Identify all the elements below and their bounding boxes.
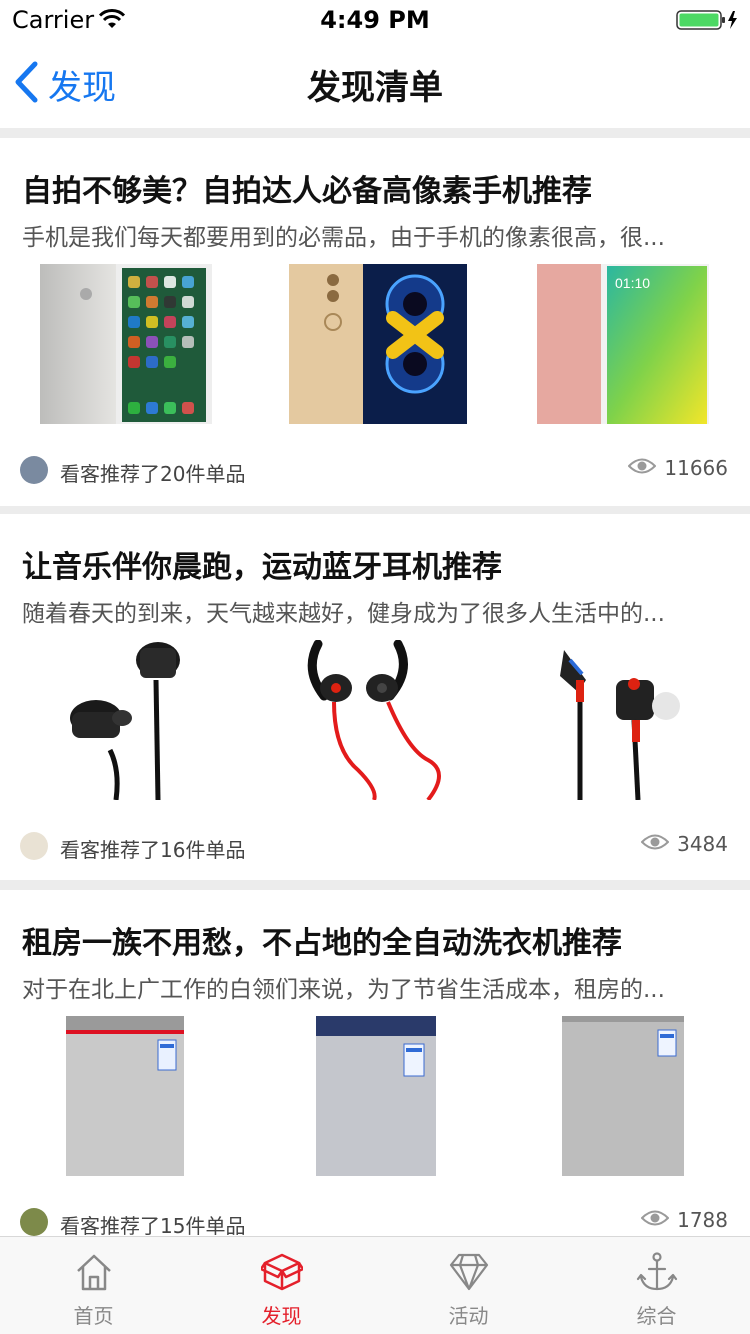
eye-icon (627, 457, 657, 479)
view-count: 11666 (627, 456, 728, 480)
card-footer: 看客推荐了15件单品 1788 (0, 1208, 750, 1238)
section-divider (0, 880, 750, 890)
diamond-icon (448, 1251, 490, 1293)
product-thumbnail-earphones[interactable] (30, 640, 230, 801)
product-thumbnail-washer[interactable] (292, 1016, 492, 1176)
view-count: 1788 (640, 1208, 728, 1232)
tab-bar: 首页 发现 活动 综合 (0, 1236, 750, 1334)
product-thumbnails: 01:10 (0, 264, 750, 426)
tab-label: 综合 (636, 1304, 677, 1328)
battery-icon (676, 9, 740, 35)
navigation-bar: 发现 发现清单 (0, 40, 750, 128)
recommend-count-text: 看客推荐了16件单品 (60, 838, 246, 862)
eye-icon (640, 833, 670, 855)
tab-home[interactable]: 首页 (0, 1237, 187, 1334)
product-thumbnail-phone[interactable]: 01:10 (527, 264, 727, 424)
view-count-value: 1788 (677, 1208, 728, 1232)
page-title: 发现清单 (307, 68, 443, 108)
tab-discover[interactable]: 发现 (188, 1237, 375, 1334)
anchor-icon (636, 1251, 678, 1293)
view-count-value: 11666 (664, 456, 728, 480)
product-thumbnail-earphones[interactable] (530, 640, 730, 801)
card-description: 手机是我们每天都要用到的必需品，由于手机的像素很高，很... (22, 225, 665, 251)
card-title: 自拍不够美？自拍达人必备高像素手机推荐 (22, 174, 592, 209)
list-card[interactable]: 租房一族不用愁，不占地的全自动洗衣机推荐 对于在北上广工作的白领们来说，为了节省… (0, 890, 750, 1258)
card-title: 租房一族不用愁，不占地的全自动洗衣机推荐 (22, 926, 622, 961)
product-thumbnail-phone[interactable] (24, 264, 224, 424)
avatar (20, 1208, 48, 1236)
tab-label: 活动 (448, 1304, 489, 1328)
product-thumbnail-washer[interactable] (540, 1016, 740, 1176)
status-bar: Carrier 4:49 PM (0, 0, 750, 40)
list-card[interactable]: 自拍不够美？自拍达人必备高像素手机推荐 手机是我们每天都要用到的必需品，由于手机… (0, 138, 750, 506)
product-thumbnail-washer[interactable] (40, 1016, 240, 1176)
card-footer: 看客推荐了16件单品 3484 (0, 832, 750, 862)
list-card[interactable]: 让音乐伴你晨跑，运动蓝牙耳机推荐 随着春天的到来，天气越来越好，健身成为了很多人… (0, 514, 750, 882)
card-description: 对于在北上广工作的白领们来说，为了节省生活成本，租房的... (22, 977, 665, 1003)
card-footer: 看客推荐了20件单品 11666 (0, 456, 750, 486)
card-description: 随着春天的到来，天气越来越好，健身成为了很多人生活中的... (22, 601, 665, 627)
tab-general[interactable]: 综合 (563, 1237, 750, 1334)
clock: 4:49 PM (320, 6, 430, 34)
avatar (20, 832, 48, 860)
product-thumbnail-phone[interactable] (275, 264, 475, 424)
section-divider (0, 128, 750, 138)
card-title: 让音乐伴你晨跑，运动蓝牙耳机推荐 (22, 550, 502, 585)
home-icon (73, 1251, 115, 1293)
svg-text:01:10: 01:10 (615, 275, 650, 291)
product-thumbnails (0, 639, 750, 802)
product-thumbnail-earphones[interactable] (278, 639, 478, 802)
view-count: 3484 (640, 832, 728, 856)
tab-activity[interactable]: 活动 (375, 1237, 562, 1334)
tab-label: 首页 (73, 1304, 114, 1328)
view-count-value: 3484 (677, 832, 728, 856)
avatar (20, 456, 48, 484)
product-thumbnails (0, 1016, 750, 1178)
recommend-count-text: 看客推荐了20件单品 (60, 462, 246, 486)
recommend-count-text: 看客推荐了15件单品 (60, 1214, 246, 1238)
box-icon (259, 1251, 305, 1293)
eye-icon (640, 1209, 670, 1231)
tab-label: 发现 (261, 1304, 302, 1328)
